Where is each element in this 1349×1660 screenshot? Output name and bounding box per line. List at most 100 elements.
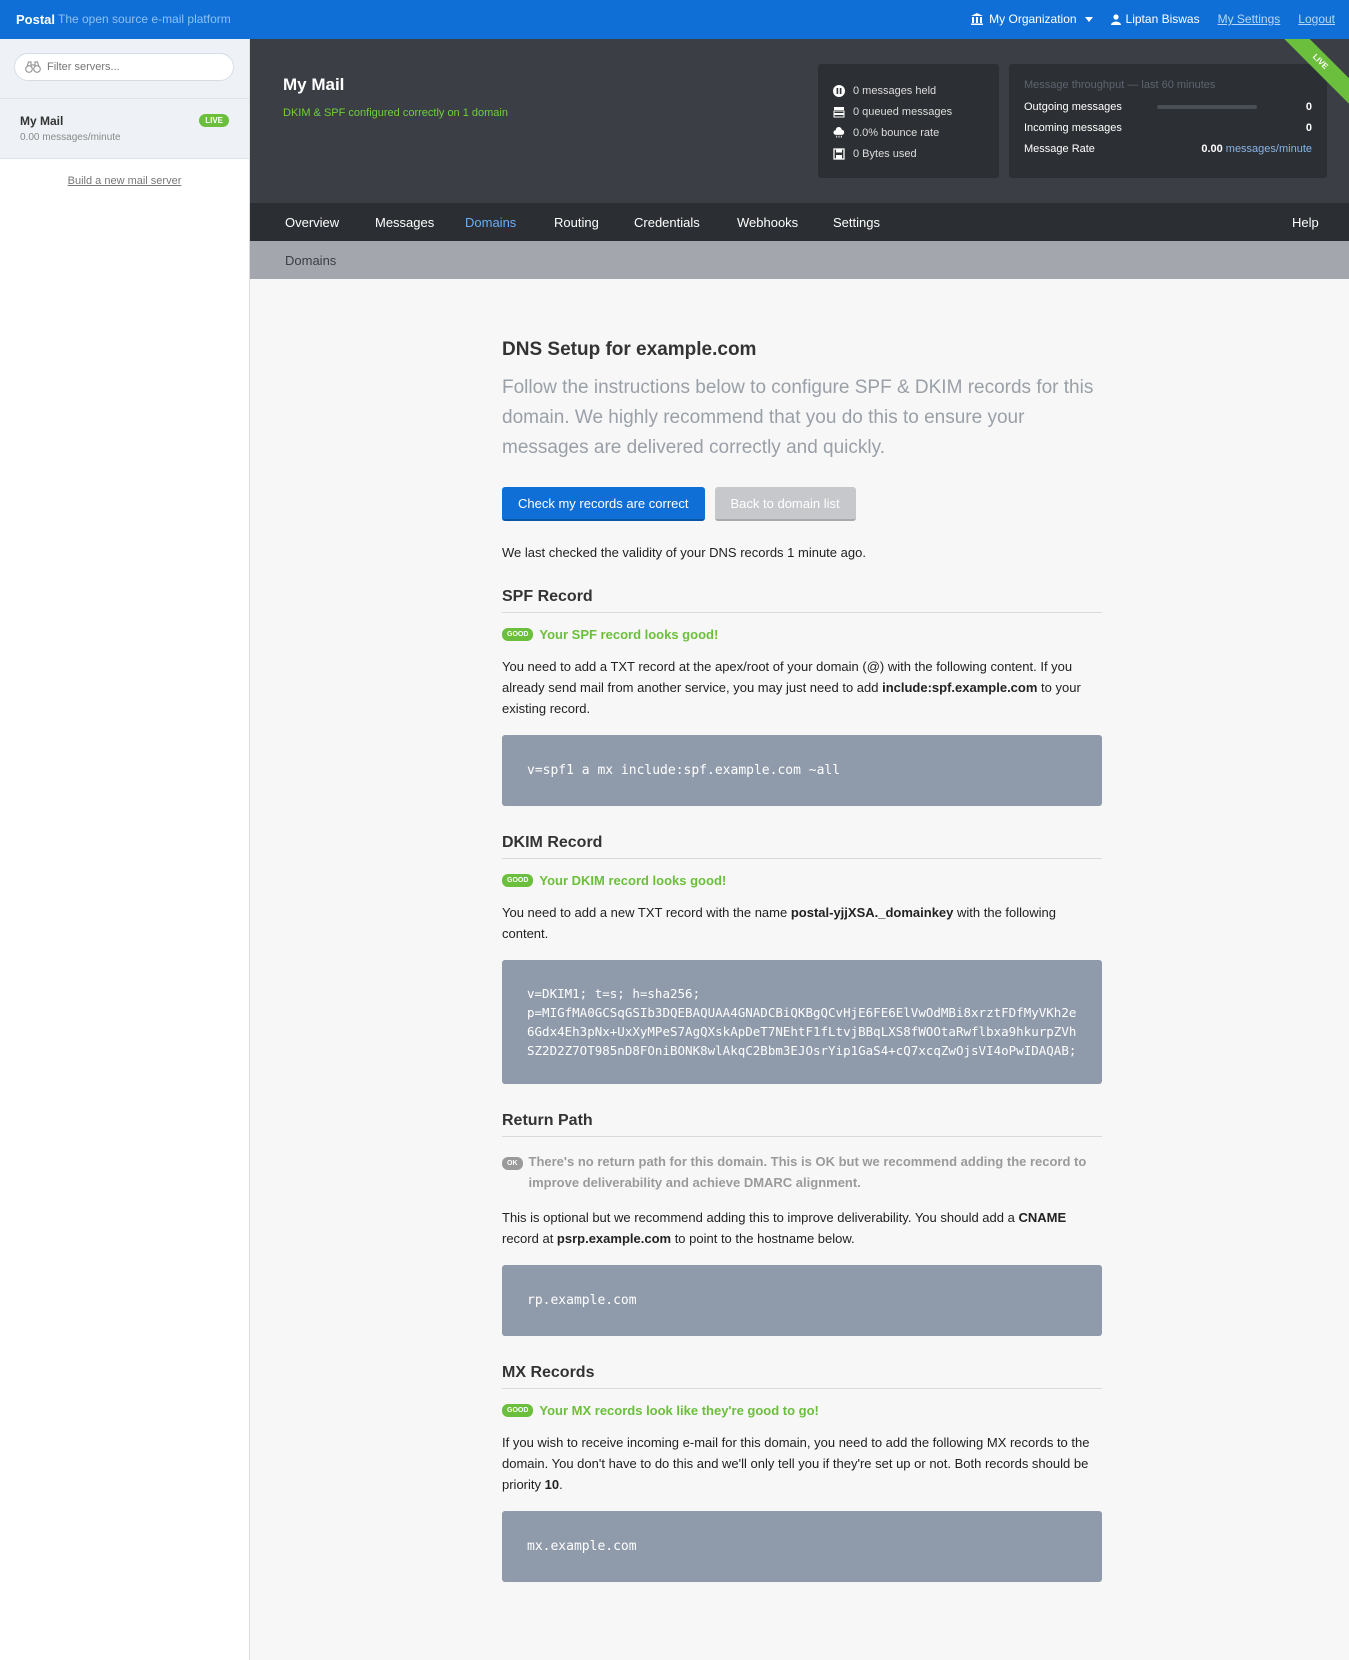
throughput-panel: Message throughput — last 60 minutes Out… [1009,64,1327,178]
server-name: My Mail [20,114,64,128]
outgoing-row: Outgoing messages 0 [1024,96,1312,117]
mx-text-2: . [559,1477,563,1492]
filter-section [0,39,249,99]
back-to-domain-list-button[interactable]: Back to domain list [714,487,856,521]
spf-code-block[interactable]: v=spf1 a mx include:spf.example.com ~all [502,735,1102,806]
page-title: DNS Setup for example.com [502,339,757,360]
organization-menu[interactable]: My Organization [971,12,1093,26]
rp-host: psrp.example.com [556,1231,672,1246]
tab-messages[interactable]: Messages [375,215,434,230]
rate-label: Message Rate [1024,142,1095,155]
pause-icon [833,84,845,97]
outgoing-label: Outgoing messages [1024,100,1122,113]
dkim-code-line-2: p=MIGfMA0GCSqGSIb3DQEBAQUAA4GNADCBiQKBgQ… [527,1005,1077,1058]
return-path-instructions: This is optional but we recommend adding… [502,1207,1102,1249]
server-title: My Mail [283,75,345,94]
live-badge: LIVE [199,114,229,127]
spf-status: GOOD Your SPF record looks good! [502,627,1102,642]
return-path-badge: OK [502,1157,523,1170]
return-path-status-text: There's no return path for this domain. … [528,1154,1087,1190]
brand-logo[interactable]: Postal [16,12,55,27]
tab-settings[interactable]: Settings [833,215,880,230]
throughput-title: Message throughput — last 60 minutes [1024,79,1216,91]
build-mail-server-link[interactable]: Build a new mail server [0,175,249,187]
stat-bytes-text: 0 Bytes used [853,147,917,160]
tab-domains[interactable]: Domains [465,215,516,230]
mx-status: GOOD Your MX records look like they're g… [502,1403,1102,1418]
stat-queued: 0 queued messages [833,101,984,122]
incoming-row: Incoming messages 0 [1024,117,1312,138]
rp-text-1: This is optional but we recommend adding… [502,1210,1019,1225]
user-icon [1110,13,1121,25]
return-path-code-block[interactable]: rp.example.com [502,1265,1102,1336]
main-nav: Overview Messages Domains Routing Creden… [250,203,1349,241]
rp-text-2: record at [502,1231,557,1246]
save-icon [833,147,845,160]
mx-instructions: If you wish to receive incoming e-mail f… [502,1432,1102,1495]
stat-held: 0 messages held [833,80,984,101]
mx-heading: MX Records [502,1364,1102,1389]
tab-overview[interactable]: Overview [285,215,339,230]
tab-help[interactable]: Help [1292,215,1319,230]
chevron-down-icon [1084,16,1093,22]
mx-priority: 10 [544,1477,560,1492]
stat-bounce-text: 0.0% bounce rate [853,126,940,139]
server-rate: 0.00 messages/minute [20,132,121,143]
mx-text-1: If you wish to receive incoming e-mail f… [502,1435,1090,1492]
outgoing-value: 0 [1305,100,1312,113]
spf-heading: SPF Record [502,588,1102,613]
mx-code-block[interactable]: mx.example.com [502,1511,1102,1582]
tab-routing[interactable]: Routing [554,215,599,230]
binoculars-icon [25,61,41,73]
return-path-status: OK There's no return path for this domai… [502,1151,1102,1193]
user-menu[interactable]: Liptan Biswas [1110,12,1200,26]
incoming-label: Incoming messages [1024,121,1122,134]
rate-value: 0.00 [1201,142,1223,155]
return-path-heading: Return Path [502,1112,1102,1137]
stack-icon [833,106,845,118]
dkim-heading: DKIM Record [502,834,1102,859]
spf-instructions: You need to add a TXT record at the apex… [502,656,1102,719]
stats-panel: 0 messages held 0 queued messages 0.0% b… [818,64,999,178]
server-subtitle: DKIM & SPF configured correctly on 1 dom… [283,107,508,119]
dkim-status-text: Your DKIM record looks good! [539,873,727,888]
main-content: DNS Setup for example.com Follow the ins… [502,339,1102,1582]
mx-status-text: Your MX records look like they're good t… [539,1403,819,1418]
server-list-item[interactable]: My Mail 0.00 messages/minute LIVE [0,99,249,159]
sidebar: My Mail 0.00 messages/minute LIVE Build … [0,39,250,1660]
rate-unit: messages/minute [1225,142,1312,155]
tab-credentials[interactable]: Credentials [634,215,700,230]
dkim-code-block[interactable]: v=DKIM1; t=s; h=sha256; p=MIGfMA0GCSqGSI… [502,960,1102,1084]
outgoing-bar [1157,104,1257,109]
breadcrumb-domains[interactable]: Domains [285,253,336,268]
logout-link[interactable]: Logout [1298,12,1335,26]
rate-row: Message Rate 0.00 messages/minute [1024,138,1312,159]
action-buttons: Check my records are correct Back to dom… [502,487,1102,521]
server-header: My Mail DKIM & SPF configured correctly … [250,39,1349,203]
dkim-badge: GOOD [502,874,534,887]
organization-name: My Organization [989,12,1077,26]
top-bar: Postal The open source e-mail platform M… [0,0,1349,39]
dkim-text-1: You need to add a new TXT record with th… [502,905,791,920]
user-name: Liptan Biswas [1125,12,1200,26]
my-settings-link[interactable]: My Settings [1218,12,1281,26]
stat-bounce: 0.0% bounce rate [833,122,984,143]
dkim-code-line-1: v=DKIM1; t=s; h=sha256; [527,986,701,1001]
breadcrumb: Domains [250,241,1349,279]
last-checked-text: We last checked the validity of your DNS… [502,545,866,560]
spf-badge: GOOD [502,628,534,641]
check-records-button[interactable]: Check my records are correct [502,487,705,521]
dkim-instructions: You need to add a new TXT record with th… [502,902,1102,944]
brand-tagline: The open source e-mail platform [58,12,231,26]
rp-cname: CNAME [1018,1210,1067,1225]
top-nav: My Organization Liptan Biswas My Setting… [971,12,1335,26]
spf-include: include:spf.example.com [882,680,1038,695]
cloud-icon [833,126,845,139]
stat-bytes: 0 Bytes used [833,143,984,164]
tab-webhooks[interactable]: Webhooks [737,215,798,230]
rp-text-3: to point to the hostname below. [671,1231,855,1246]
mx-badge: GOOD [502,1404,534,1417]
filter-servers-input[interactable] [47,61,217,73]
dkim-status: GOOD Your DKIM record looks good! [502,873,1102,888]
filter-box [14,53,234,81]
